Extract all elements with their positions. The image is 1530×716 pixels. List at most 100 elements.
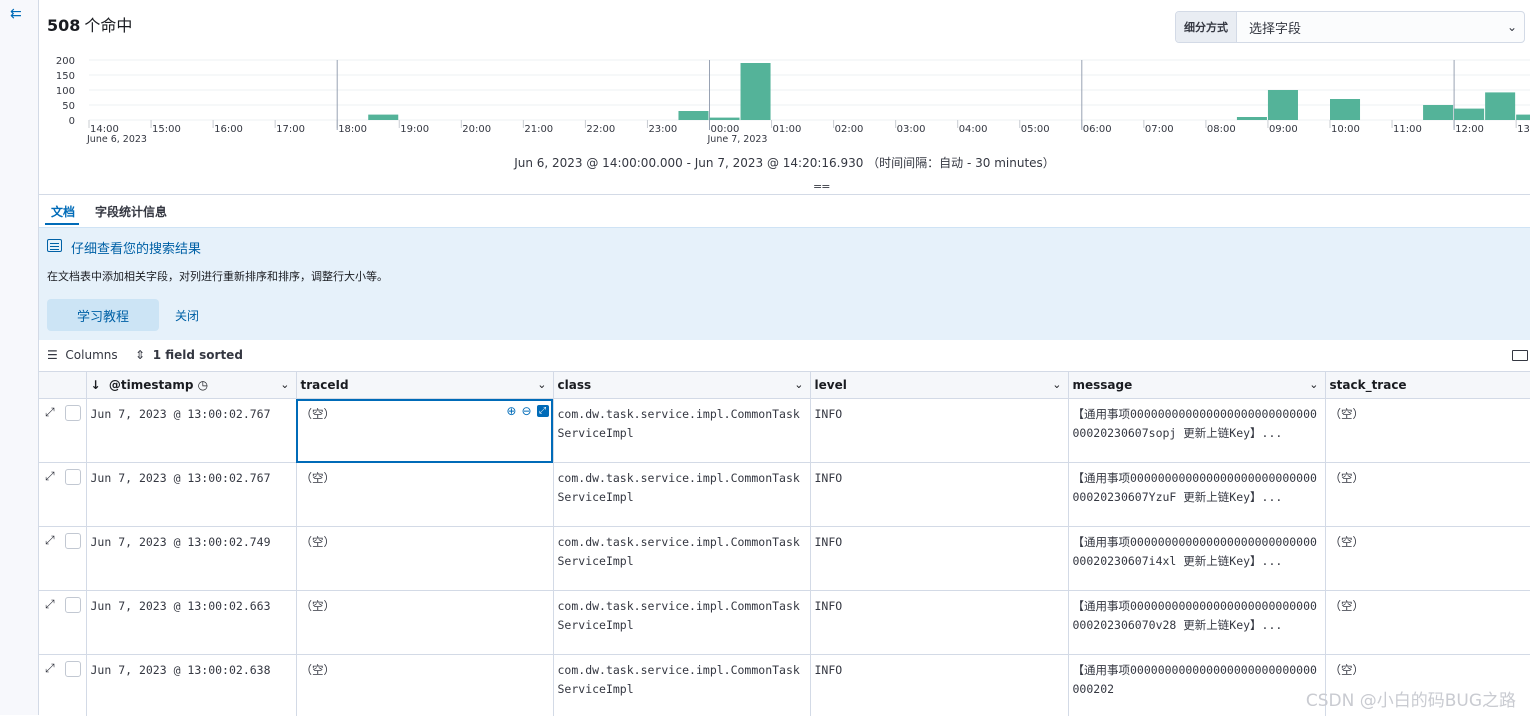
row-checkbox[interactable]: [65, 469, 81, 485]
filter-in-icon[interactable]: ⊕: [506, 405, 516, 417]
cell-timestamp[interactable]: Jun 7, 2023 @ 13:00:02.663: [86, 591, 296, 655]
cell-level[interactable]: INFO: [810, 399, 1068, 463]
y-tick-label: 50: [62, 101, 75, 112]
clock-icon: ◷: [198, 378, 208, 392]
close-callout-button[interactable]: 关闭: [175, 307, 199, 324]
cell-value: （空）: [301, 535, 336, 549]
column-header-class[interactable]: class⌄: [553, 372, 810, 399]
cell-class[interactable]: com.dw.task.service.impl.CommonTaskServi…: [553, 463, 810, 527]
cell-traceid[interactable]: （空）: [296, 527, 553, 591]
cell-level[interactable]: INFO: [810, 527, 1068, 591]
table-row[interactable]: ⤢Jun 7, 2023 @ 13:00:02.767（空）com.dw.tas…: [39, 463, 1530, 527]
cell-level[interactable]: INFO: [810, 655, 1068, 716]
histogram-bar[interactable]: [678, 111, 708, 120]
histogram-bar[interactable]: [1516, 115, 1530, 120]
row-checkbox[interactable]: [65, 533, 81, 549]
cell-value: （空）: [301, 407, 336, 421]
cell-traceid[interactable]: （空） ⊕ ⊖ ⤢: [296, 399, 553, 463]
cell-message[interactable]: 【通用事项000000000000000000000000000000202: [1068, 655, 1325, 716]
chevron-down-icon: ⌄: [1500, 20, 1524, 34]
cell-value: （空）: [301, 599, 336, 613]
cell-traceid[interactable]: （空）: [296, 463, 553, 527]
column-header-timestamp[interactable]: ↓ @timestamp ◷⌄: [86, 372, 296, 399]
cell-class[interactable]: com.dw.task.service.impl.CommonTaskServi…: [553, 655, 810, 716]
row-checkbox[interactable]: [65, 661, 81, 677]
collapse-arrow-icon[interactable]: ⇇: [10, 6, 22, 22]
cell-message[interactable]: 【通用事项00000000000000000000000000000020230…: [1068, 527, 1325, 591]
chevron-down-icon[interactable]: ⌄: [794, 378, 803, 391]
histogram-bar[interactable]: [1423, 105, 1453, 120]
tab-field-statistics[interactable]: 字段统计信息: [95, 203, 167, 220]
cell-timestamp[interactable]: Jun 7, 2023 @ 13:00:02.749: [86, 527, 296, 591]
cell-stack-trace[interactable]: （空）: [1325, 591, 1530, 655]
chevron-down-icon[interactable]: ⌄: [1052, 378, 1061, 391]
cell-timestamp[interactable]: Jun 7, 2023 @ 13:00:02.638: [86, 655, 296, 716]
row-checkbox[interactable]: [65, 597, 81, 613]
cell-level[interactable]: INFO: [810, 591, 1068, 655]
breakdown-placeholder: 选择字段: [1237, 18, 1500, 37]
expand-cell-icon[interactable]: ⤢: [537, 405, 549, 417]
columns-button[interactable]: ☰ Columns: [47, 348, 118, 362]
cell-message[interactable]: 【通用事项00000000000000000000000000000020230…: [1068, 399, 1325, 463]
cell-stack-trace[interactable]: （空）: [1325, 399, 1530, 463]
column-header-traceid[interactable]: traceId⌄: [296, 372, 553, 399]
row-controls: ⤢: [39, 527, 86, 591]
cell-level[interactable]: INFO: [810, 463, 1068, 527]
active-tab-indicator: [45, 223, 79, 225]
cell-timestamp[interactable]: Jun 7, 2023 @ 13:00:02.767: [86, 399, 296, 463]
expand-icon[interactable]: ⤢: [45, 467, 55, 486]
sort-button[interactable]: ⇕ 1 field sorted: [135, 348, 243, 362]
column-header-level[interactable]: level⌄: [810, 372, 1068, 399]
hits-count: 508个命中: [47, 12, 132, 36]
histogram-bar[interactable]: [1485, 92, 1515, 120]
cell-class[interactable]: com.dw.task.service.impl.CommonTaskServi…: [553, 399, 810, 463]
expand-icon[interactable]: ⤢: [45, 531, 55, 550]
expand-icon[interactable]: ⤢: [45, 659, 55, 678]
hits-unit: 个命中: [84, 16, 132, 35]
cell-traceid[interactable]: （空）: [296, 655, 553, 716]
table-row[interactable]: ⤢ Jun 7, 2023 @ 13:00:02.749 （空） com.dw.tas…: [39, 527, 1530, 591]
histogram-bar[interactable]: [741, 63, 771, 120]
column-header-label: @timestamp: [109, 378, 194, 392]
chevron-down-icon[interactable]: ⌄: [1309, 378, 1318, 391]
filter-out-icon[interactable]: ⊖: [521, 405, 531, 417]
breakdown-select[interactable]: 细分方式 选择字段 ⌄: [1175, 11, 1525, 43]
x-tick-label: 11:00: [1393, 124, 1422, 135]
histogram-bar[interactable]: [368, 115, 398, 120]
keyboard-shortcuts-icon[interactable]: [1512, 350, 1528, 361]
table-row[interactable]: ⤢ Jun 7, 2023 @ 13:00:02.663 （空） com.dw.tas…: [39, 591, 1530, 655]
chevron-down-icon[interactable]: ⌄: [537, 378, 546, 391]
chevron-down-icon[interactable]: ⌄: [280, 378, 289, 391]
histogram-bar[interactable]: [1330, 99, 1360, 120]
histogram-bar[interactable]: [710, 118, 740, 120]
row-checkbox[interactable]: [65, 405, 81, 421]
x-tick-label: 21:00: [524, 124, 553, 135]
expand-icon[interactable]: ⤢: [45, 595, 55, 614]
cell-message[interactable]: 【通用事项00000000000000000000000000000020230…: [1068, 463, 1325, 527]
resize-handle-icon[interactable]: ==: [813, 180, 829, 193]
cell-message[interactable]: 【通用事项00000000000000000000000000000020230…: [1068, 591, 1325, 655]
discover-main: 508个命中 细分方式 选择字段 ⌄ 20015010050014:0015:0…: [39, 0, 1530, 715]
x-tick-label: 10:00: [1331, 124, 1360, 135]
watermark: CSDN @小白的码BUG之路: [1306, 686, 1516, 711]
cell-class[interactable]: com.dw.task.service.impl.CommonTaskServi…: [553, 527, 810, 591]
cell-timestamp[interactable]: Jun 7, 2023 @ 13:00:02.767: [86, 463, 296, 527]
histogram-bar[interactable]: [1237, 117, 1267, 120]
learn-tutorial-button[interactable]: 学习教程: [47, 299, 159, 331]
histogram-chart[interactable]: 20015010050014:0015:0016:0017:0018:0019:…: [39, 48, 1530, 148]
cell-stack-trace[interactable]: （空）: [1325, 527, 1530, 591]
x-tick-label: 23:00: [648, 124, 677, 135]
table-row[interactable]: ⤢ Jun 7, 2023 @ 13:00:02.767 （空） ⊕ ⊖ ⤢ com.dw.…: [39, 399, 1530, 463]
grid-toolbar: ☰ Columns ⇕ 1 field sorted: [39, 344, 1530, 366]
cell-traceid[interactable]: （空）: [296, 591, 553, 655]
x-date-label: June 7, 2023: [707, 134, 768, 145]
histogram-bar[interactable]: [1268, 90, 1298, 120]
row-controls: ⤢: [39, 463, 86, 527]
cell-class[interactable]: com.dw.task.service.impl.CommonTaskServi…: [553, 591, 810, 655]
histogram-bar[interactable]: [1454, 109, 1484, 120]
cell-stack-trace[interactable]: （空）: [1325, 463, 1530, 527]
expand-icon[interactable]: ⤢: [45, 403, 55, 422]
column-header-stack-trace[interactable]: stack_trace: [1325, 372, 1530, 399]
column-header-message[interactable]: message⌄: [1068, 372, 1325, 399]
tab-documents[interactable]: 文档: [51, 203, 75, 220]
